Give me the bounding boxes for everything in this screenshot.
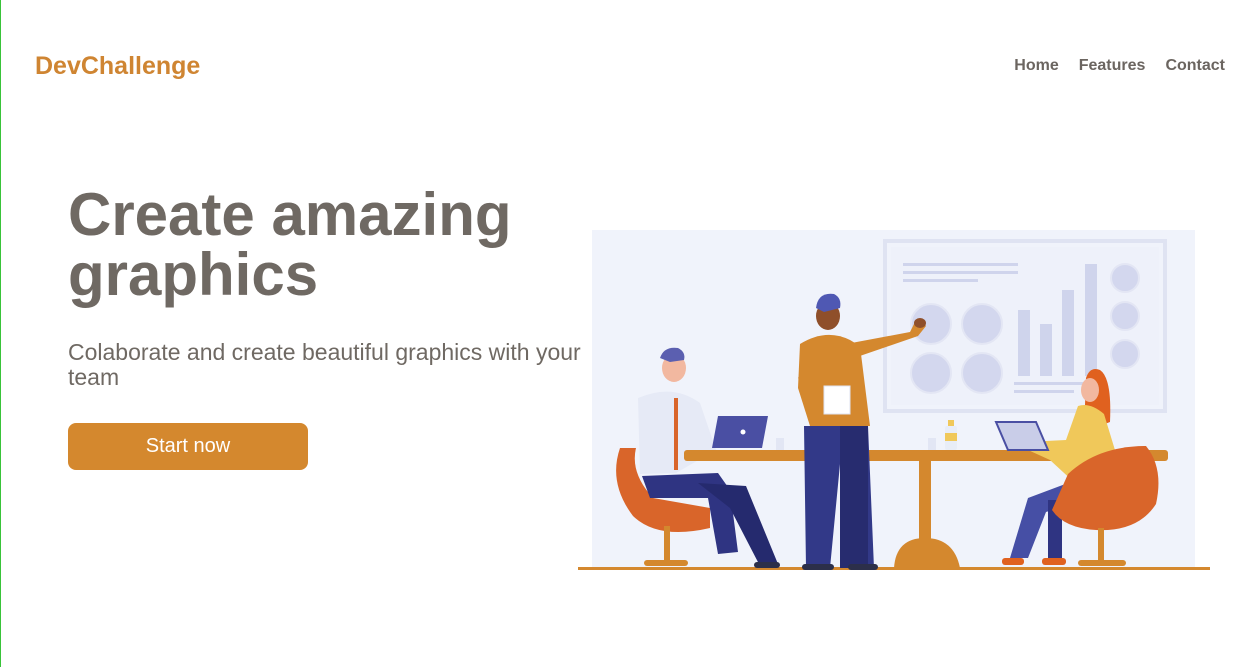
nav-link-home[interactable]: Home <box>1014 57 1058 75</box>
start-now-button[interactable]: Start now <box>68 423 308 470</box>
hero-title: Create amazing graphics <box>68 181 512 308</box>
floor-line <box>578 567 1210 570</box>
hero-subtitle: Colaborate and create beautiful graphics… <box>68 339 581 390</box>
cup <box>928 438 936 450</box>
cup <box>776 438 784 450</box>
main-nav: Home Features Contact <box>1014 57 1225 75</box>
nav-link-contact[interactable]: Contact <box>1165 57 1225 75</box>
left-edge-line <box>0 0 1 667</box>
team-meeting-illustration <box>578 230 1210 570</box>
brand-logo[interactable]: DevChallenge <box>35 52 200 81</box>
whiteboard <box>883 239 1167 413</box>
nav-link-features[interactable]: Features <box>1079 57 1146 75</box>
laptop-icon <box>712 416 768 448</box>
